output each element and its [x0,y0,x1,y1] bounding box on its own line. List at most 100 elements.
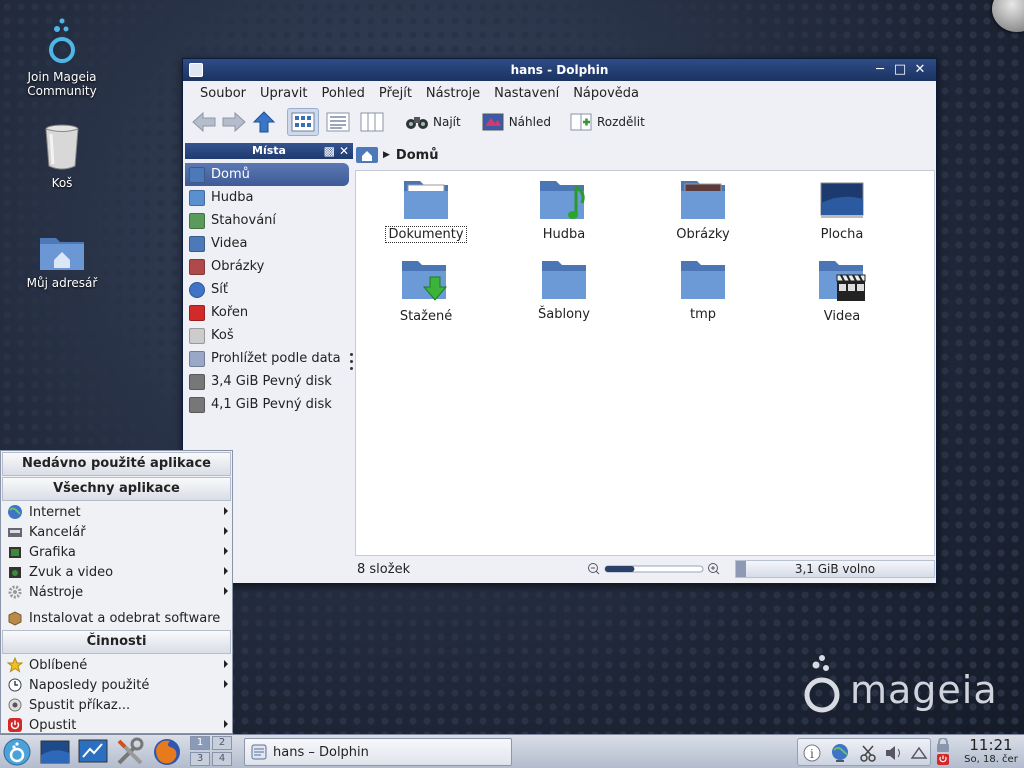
desktop-icon-trash[interactable]: Koš [17,122,107,190]
menu-help[interactable]: Nápověda [566,86,646,101]
preview-button[interactable]: Náhled [481,108,559,136]
pager-desktop-3[interactable]: 3 [190,752,210,766]
firefox-icon[interactable] [152,737,182,767]
place-item-label: Domů [211,167,250,182]
place-item-images[interactable]: Obrázky [185,255,353,278]
start-menu-button[interactable] [2,737,32,767]
leave-power-icon[interactable] [937,754,949,765]
find-button[interactable]: Najít [405,108,469,136]
task-dolphin[interactable]: hans – Dolphin [244,738,512,766]
columns-view-button[interactable] [357,108,387,136]
place-item-trash[interactable]: Koš [185,324,353,347]
file-item-hudba[interactable]: Hudba [504,177,624,242]
place-item-timeline[interactable]: Prohlížet podle data [185,347,353,370]
menu-file[interactable]: Soubor [193,86,253,101]
submenu-arrow-icon [224,547,228,555]
tray-expand-icon[interactable] [910,746,928,759]
file-item-plocha[interactable]: Plocha [782,177,902,242]
mageia-wordmark: mageia [850,668,998,712]
clock-icon [8,678,22,692]
details-view-button[interactable] [323,108,353,136]
system-monitor-icon[interactable] [78,737,108,767]
file-view[interactable]: Dokumenty Hudba Obrázky Plocha Stažené Š… [355,170,935,556]
back-button[interactable] [191,108,217,136]
window-titlebar[interactable]: hans - Dolphin ─ □ ✕ [183,59,936,81]
install-software-item[interactable]: Instalovat a odebrat software [1,608,232,628]
mageia-logo-mark [804,655,840,713]
breadcrumb[interactable]: ▶ Domů [355,143,935,167]
pager-desktop-2[interactable]: 2 [212,736,232,750]
menu-action-run-command[interactable]: Spustit příkaz... [1,695,232,715]
all-apps-header[interactable]: Všechny aplikace [2,477,231,501]
place-item-network[interactable]: Síť [185,278,353,301]
desktop-icon-home[interactable]: Můj adresář [17,232,107,290]
menu-edit[interactable]: Upravit [253,86,314,101]
minimize-icon[interactable]: ─ [872,62,888,78]
float-panel-icon[interactable]: ▩ [324,143,335,159]
file-item-dokumenty[interactable]: Dokumenty [366,177,486,243]
lock-screen-icon[interactable] [937,738,949,752]
place-item-videos[interactable]: Videa [185,232,353,255]
pager-desktop-4[interactable]: 4 [212,752,232,766]
place-item-downloads[interactable]: Stahování [185,209,353,232]
places-title: Místa [252,144,286,157]
menu-view[interactable]: Pohled [314,86,371,101]
network-globe-icon[interactable] [832,744,848,762]
menu-category-office[interactable]: Kancelář [1,522,232,542]
menu-action-recent[interactable]: Naposledy použité [1,675,232,695]
clipboard-scissors-icon[interactable] [860,745,876,762]
desktop-icon-label: Koš [51,176,73,190]
menu-go[interactable]: Přejít [372,86,419,101]
volume-icon[interactable] [886,746,900,760]
file-item-videa[interactable]: Videa [782,257,902,324]
menu-tools[interactable]: Nástroje [419,86,487,101]
recent-apps-header[interactable]: Nedávno použité aplikace [2,452,231,476]
zoom-in-icon[interactable] [708,563,720,575]
menu-category-label: Internet [29,504,81,520]
menu-category-internet[interactable]: Internet [1,502,232,522]
main-view: ▶ Domů Dokumenty Hudba Obrázky Plocha St… [355,143,935,583]
menu-category-tools[interactable]: Nástroje [1,582,232,602]
place-item-home[interactable]: Domů [185,163,349,186]
close-panel-icon[interactable]: ✕ [339,143,349,159]
place-item-music[interactable]: Hudba [185,186,353,209]
icons-view-button[interactable] [287,108,319,136]
panel-resize-handle[interactable] [350,353,353,370]
split-button[interactable]: Rozdělit [569,108,653,136]
dolphin-window[interactable]: hans - Dolphin ─ □ ✕ Soubor Upravit Pohl… [182,58,937,584]
menu-category-sound-video[interactable]: Zvuk a video [1,562,232,582]
forward-button[interactable] [221,108,247,136]
home-breadcrumb-icon[interactable] [355,145,379,165]
menu-action-favorites[interactable]: Oblíbené [1,655,232,675]
clock[interactable]: 11:21 So, 18. čer [958,737,1024,766]
info-icon[interactable]: i [803,744,821,762]
find-label: Najít [433,115,461,129]
breadcrumb-current[interactable]: Domů [396,148,439,163]
place-item-harddisk[interactable]: 4,1 GiB Pevný disk [185,393,353,416]
menu-action-leave[interactable]: Opustit [1,715,232,735]
file-item-stazene[interactable]: Stažené [366,257,486,324]
actions-header[interactable]: Činnosti [2,630,231,654]
show-desktop-icon[interactable] [40,737,70,767]
file-item-sablony[interactable]: Šablony [504,257,624,322]
zoom-out-icon[interactable] [588,563,600,575]
breadcrumb-separator-icon: ▶ [383,150,390,160]
maximize-icon[interactable]: □ [892,62,908,78]
close-icon[interactable]: ✕ [912,62,928,78]
file-name: Plocha [820,227,864,242]
zoom-slider-fill[interactable] [605,566,635,572]
menu-action-label: Spustit příkaz... [29,697,131,713]
place-item-harddisk[interactable]: 3,4 GiB Pevný disk [185,370,353,393]
up-button[interactable] [251,108,277,136]
pager-desktop-1[interactable]: 1 [190,736,210,750]
file-item-obrazky[interactable]: Obrázky [643,177,763,242]
desktop-icon-join-mageia[interactable]: Join Mageia Community [17,16,107,98]
menu-category-graphics[interactable]: Grafika [1,542,232,562]
corner-orb-button[interactable] [992,0,1024,32]
menu-settings[interactable]: Nastavení [487,86,566,101]
place-item-root[interactable]: Kořen [185,301,353,324]
submenu-arrow-icon [224,660,228,668]
file-item-tmp[interactable]: tmp [643,257,763,322]
tools-icon[interactable] [115,737,145,767]
free-space-bar[interactable]: 3,1 GiB volno [735,560,935,578]
